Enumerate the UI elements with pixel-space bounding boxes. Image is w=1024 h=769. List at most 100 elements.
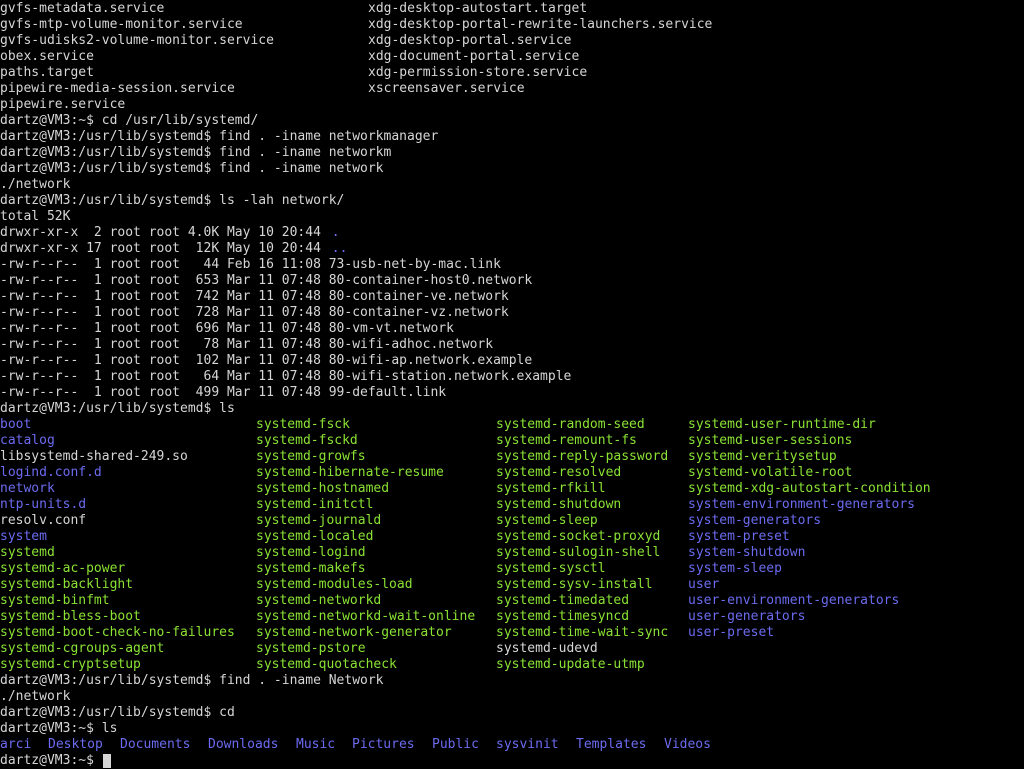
terminal-text-dir: user xyxy=(688,577,720,592)
terminal-text-exec: systemd-logind xyxy=(256,545,366,560)
terminal-text-dir: .. xyxy=(331,241,348,256)
terminal-text-exec: systemd-hibernate-resume xyxy=(256,465,444,480)
terminal-text-exec: systemd-sysv-install xyxy=(496,577,653,592)
terminal-text-exec: systemd-networkd-wait-online xyxy=(256,609,476,624)
terminal-text-default: dartz@VM3:/usr/lib/systemd$ cd xyxy=(0,705,235,720)
terminal-text-exec: systemd-cgroups-agent xyxy=(0,641,165,656)
terminal-text-exec: systemd-timesyncd xyxy=(496,609,630,624)
terminal-text-default: dartz@VM3:/usr/lib/systemd$ find . -inam… xyxy=(0,161,384,176)
terminal-text-default: xdg-permission-store.service xyxy=(368,65,588,80)
terminal-text-exec: systemd-makefs xyxy=(256,561,366,576)
terminal-text-dir: arci xyxy=(0,737,32,752)
terminal-text-exec: systemd-growfs xyxy=(256,449,366,464)
terminal-text-default: total 52K xyxy=(0,209,71,224)
terminal-text-default: libsystemd-shared-249.so xyxy=(0,449,188,464)
terminal-text-default: xdg-desktop-autostart.target xyxy=(368,1,588,16)
terminal-text-exec: systemd-modules-load xyxy=(256,577,413,592)
terminal-text-dir: Documents xyxy=(120,737,191,752)
terminal-text-dir: system xyxy=(0,529,47,544)
terminal-text-dir: user-generators xyxy=(688,609,806,624)
terminal-window[interactable]: gvfs-metadata.service xdg-desktop-autosta… xyxy=(0,0,1024,768)
terminal-text-default: xdg-document-portal.service xyxy=(368,49,580,64)
terminal-text-default: xdg-desktop-portal-rewrite-launchers.ser… xyxy=(368,17,713,32)
terminal-text-exec: systemd-fsck xyxy=(256,417,350,432)
terminal-text-dir: system-sleep xyxy=(688,561,782,576)
terminal-text-dir: network xyxy=(0,481,55,496)
terminal-text-exec: systemd-reply-password xyxy=(496,449,669,464)
terminal-text-default: dartz@VM3:~$ ls xyxy=(0,721,118,736)
terminal-text-dir: system-preset xyxy=(688,529,790,544)
terminal-text-dir: Downloads xyxy=(208,737,279,752)
terminal-text-exec: systemd-sulogin-shell xyxy=(496,545,661,560)
terminal-text-exec: systemd-time-wait-sync xyxy=(496,625,669,640)
terminal-text-dir: Public xyxy=(432,737,479,752)
terminal-text-exec: systemd-user-sessions xyxy=(688,433,853,448)
terminal-text-default: -rw-r--r-- 1 root root 653 Mar 11 07:48 … xyxy=(0,273,533,288)
terminal-text-default: dartz@VM3:/usr/lib/systemd$ ls -lah netw… xyxy=(0,193,345,208)
terminal-text-exec: systemd-sysctl xyxy=(496,561,606,576)
terminal-text-default: dartz@VM3:/usr/lib/systemd$ find . -inam… xyxy=(0,673,384,688)
terminal-text-default: drwxr-xr-x 17 root root 12K May 10 20:44 xyxy=(0,241,329,256)
terminal-text-default: dartz@VM3:/usr/lib/systemd$ find . -inam… xyxy=(0,145,392,160)
terminal-text-exec: systemd-localed xyxy=(256,529,374,544)
terminal-text-default: pipewire.service xyxy=(0,97,126,112)
terminal-text-dir: user-environment-generators xyxy=(688,593,900,608)
terminal-text-default: -rw-r--r-- 1 root root 78 Mar 11 07:48 8… xyxy=(0,337,494,352)
terminal-text-exec: systemd-hostnamed xyxy=(256,481,390,496)
terminal-text-dir: catalog xyxy=(0,433,55,448)
terminal-text-exec: systemd-update-utmp xyxy=(496,657,645,672)
terminal-text-default: obex.service xyxy=(0,49,94,64)
terminal-text-exec: systemd-ac-power xyxy=(0,561,126,576)
terminal-text-exec: systemd xyxy=(0,545,55,560)
terminal-text-exec: systemd-quotacheck xyxy=(256,657,397,672)
terminal-text-default: gvfs-mtp-volume-monitor.service xyxy=(0,17,243,32)
terminal-text-default: -rw-r--r-- 1 root root 742 Mar 11 07:48 … xyxy=(0,289,509,304)
terminal-text-exec: systemd-random-seed xyxy=(496,417,645,432)
terminal-text-default: dartz@VM3:~$ xyxy=(0,753,102,768)
terminal-text-default: ./network xyxy=(0,177,71,192)
terminal-text-exec: systemd-boot-check-no-failures xyxy=(0,625,235,640)
terminal-text-default: ./network xyxy=(0,689,71,704)
terminal-text-default: xscreensaver.service xyxy=(368,81,525,96)
terminal-text-exec: systemd-resolved xyxy=(496,465,622,480)
terminal-text-default: dartz@VM3:/usr/lib/systemd$ ls xyxy=(0,401,235,416)
terminal-text-default: -rw-r--r-- 1 root root 44 Feb 16 11:08 7… xyxy=(0,257,501,272)
terminal-text-default: resolv.conf xyxy=(0,513,87,528)
terminal-text-exec: systemd-shutdown xyxy=(496,497,622,512)
terminal-text-default: dartz@VM3:/usr/lib/systemd$ find . -inam… xyxy=(0,129,439,144)
terminal-text-exec: systemd-veritysetup xyxy=(688,449,837,464)
terminal-text-default: gvfs-udisks2-volume-monitor.service xyxy=(0,33,274,48)
terminal-text-exec: systemd-journald xyxy=(256,513,382,528)
terminal-text-dir: Desktop xyxy=(48,737,103,752)
terminal-text-dir: sysvinit xyxy=(496,737,559,752)
terminal-text-default: -rw-r--r-- 1 root root 728 Mar 11 07:48 … xyxy=(0,305,509,320)
terminal-text-exec: systemd-timedated xyxy=(496,593,630,608)
terminal-text-default: gvfs-metadata.service xyxy=(0,1,165,16)
terminal-text-exec: systemd-volatile-root xyxy=(688,465,853,480)
terminal-text-exec: systemd-cryptsetup xyxy=(0,657,141,672)
terminal-text-exec: systemd-network-generator xyxy=(256,625,452,640)
terminal-text-dir: boot xyxy=(0,417,32,432)
terminal-text-exec: systemd-fsckd xyxy=(256,433,358,448)
terminal-text-dir: Videos xyxy=(664,737,711,752)
terminal-text-exec: systemd-networkd xyxy=(256,593,382,608)
terminal-text-dir: system-generators xyxy=(688,513,822,528)
terminal-text-default: systemd-udevd xyxy=(496,641,598,656)
terminal-text-default: xdg-desktop-portal.service xyxy=(368,33,572,48)
terminal-text-exec: systemd-remount-fs xyxy=(496,433,637,448)
terminal-text-dir: Templates xyxy=(576,737,647,752)
terminal-text-exec: systemd-initctl xyxy=(256,497,374,512)
terminal-text-exec: systemd-socket-proxyd xyxy=(496,529,661,544)
terminal-text-default: paths.target xyxy=(0,65,94,80)
terminal-text-dir: . xyxy=(331,225,340,240)
terminal-text-default: -rw-r--r-- 1 root root 102 Mar 11 07:48 … xyxy=(0,353,533,368)
terminal-text-dir: user-preset xyxy=(688,625,775,640)
terminal-text-default: pipewire-media-session.service xyxy=(0,81,235,96)
terminal-text-default: -rw-r--r-- 1 root root 696 Mar 11 07:48 … xyxy=(0,321,454,336)
terminal-text-default: dartz@VM3:~$ cd /usr/lib/systemd/ xyxy=(0,113,259,128)
terminal-text-dir: logind.conf.d xyxy=(0,465,102,480)
terminal-text-exec: systemd-rfkill xyxy=(496,481,606,496)
text-cursor xyxy=(103,754,111,768)
terminal-text-exec: systemd-bless-boot xyxy=(0,609,141,624)
terminal-text-exec: systemd-sleep xyxy=(496,513,598,528)
